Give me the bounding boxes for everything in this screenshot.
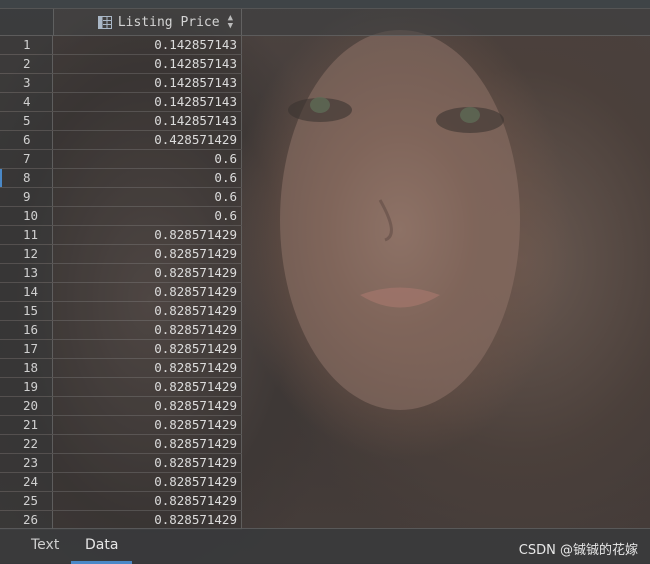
table-icon [97,15,112,29]
table-row[interactable]: 3 0.142857143 [0,74,242,93]
tab-data[interactable]: Data [71,529,133,564]
listing-price-cell[interactable]: 0.828571429 [53,359,242,377]
column-header-label: Listing Price [117,14,220,30]
row-number: 3 [0,74,53,92]
row-number: 26 [0,511,53,529]
table-row[interactable]: 20 0.828571429 [0,397,242,416]
row-number: 24 [0,473,53,491]
listing-price-cell[interactable]: 0.828571429 [53,492,242,510]
row-number: 15 [0,302,53,320]
listing-price-cell[interactable]: 0.828571429 [53,321,242,339]
table-row[interactable]: 25 0.828571429 [0,492,242,511]
row-number: 2 [0,55,53,73]
table-row[interactable]: 17 0.828571429 [0,340,242,359]
row-number: 10 [0,207,53,225]
listing-price-cell[interactable]: 0.828571429 [53,245,242,263]
row-number: 20 [0,397,53,415]
row-number: 12 [0,245,53,263]
table-row[interactable]: 15 0.828571429 [0,302,242,321]
tab-text[interactable]: Text [17,529,73,561]
listing-price-cell[interactable]: 0.142857143 [53,112,242,130]
table-row[interactable]: 24 0.828571429 [0,473,242,492]
table-row[interactable]: 7 0.6 [0,150,242,169]
row-number: 22 [0,435,53,453]
listing-price-cell[interactable]: 0.142857143 [53,55,242,73]
listing-price-cell[interactable]: 0.828571429 [53,454,242,472]
table-row[interactable]: 19 0.828571429 [0,378,242,397]
row-number: 5 [0,112,53,130]
listing-price-cell[interactable]: 0.828571429 [53,340,242,358]
listing-price-cell[interactable]: 0.828571429 [53,435,242,453]
table-row[interactable]: 13 0.828571429 [0,264,242,283]
listing-price-cell[interactable]: 0.828571429 [53,264,242,282]
listing-price-cell[interactable]: 0.6 [53,207,242,225]
listing-price-cell[interactable]: 0.6 [53,188,242,206]
row-number: 14 [0,283,53,301]
listing-price-cell[interactable]: 0.828571429 [53,473,242,491]
watermark: CSDN @铖铖的花嫁 [518,543,638,558]
listing-price-cell[interactable]: 0.828571429 [53,378,242,396]
row-number: 7 [0,150,53,168]
listing-price-cell[interactable]: 0.828571429 [53,283,242,301]
row-number: 17 [0,340,53,358]
listing-price-cell[interactable]: 0.428571429 [53,131,242,149]
listing-price-cell[interactable]: 0.142857143 [53,93,242,111]
listing-price-cell[interactable]: 0.828571429 [53,302,242,320]
row-number: 8 [0,169,53,187]
row-number: 16 [0,321,53,339]
table-row[interactable]: 18 0.828571429 [0,359,242,378]
table-row[interactable]: 12 0.828571429 [0,245,242,264]
row-number: 1 [0,36,53,54]
current-row-marker [0,169,2,187]
sort-arrows-icon[interactable]: ▲ ▼ [228,14,233,31]
top-toolbar-edge [0,0,650,9]
table-row[interactable]: 5 0.142857143 [0,112,242,131]
listing-price-cell[interactable]: 0.142857143 [53,74,242,92]
row-number: 9 [0,188,53,206]
row-number: 13 [0,264,53,282]
grid-rows: 1 0.142857143 2 0.142857143 3 0.142857143 4 0.1… [0,36,650,530]
table-row[interactable]: 22 0.828571429 [0,435,242,454]
listing-price-cell[interactable]: 0.6 [53,150,242,168]
listing-price-cell[interactable]: 0.828571429 [53,416,242,434]
listing-price-cell[interactable]: 0.828571429 [53,226,242,244]
listing-price-cell[interactable]: 0.828571429 [53,511,242,529]
table-row[interactable]: 6 0.428571429 [0,131,242,150]
table-row[interactable]: 4 0.142857143 [0,93,242,112]
row-number: 19 [0,378,53,396]
table-row[interactable]: 11 0.828571429 [0,226,242,245]
listing-price-cell[interactable]: 0.828571429 [53,397,242,415]
table-row[interactable]: 16 0.828571429 [0,321,242,340]
grid-corner[interactable] [0,9,54,35]
column-header-listing-price[interactable]: Listing Price ▲ ▼ [53,9,242,35]
table-row[interactable]: 21 0.828571429 [0,416,242,435]
table-row[interactable]: 14 0.828571429 [0,283,242,302]
grid-header: Listing Price ▲ ▼ [0,9,650,36]
row-number: 21 [0,416,53,434]
table-row[interactable]: 8 0.6 [0,169,242,188]
table-row[interactable]: 2 0.142857143 [0,55,242,74]
table-row[interactable]: 1 0.142857143 [0,36,242,55]
listing-price-cell[interactable]: 0.6 [53,169,242,187]
row-number: 23 [0,454,53,472]
row-number: 11 [0,226,53,244]
row-number: 6 [0,131,53,149]
table-row[interactable]: 9 0.6 [0,188,242,207]
row-number: 25 [0,492,53,510]
listing-price-cell[interactable]: 0.142857143 [53,36,242,54]
table-row[interactable]: 10 0.6 [0,207,242,226]
row-number: 18 [0,359,53,377]
table-row[interactable]: 23 0.828571429 [0,454,242,473]
row-number: 4 [0,93,53,111]
